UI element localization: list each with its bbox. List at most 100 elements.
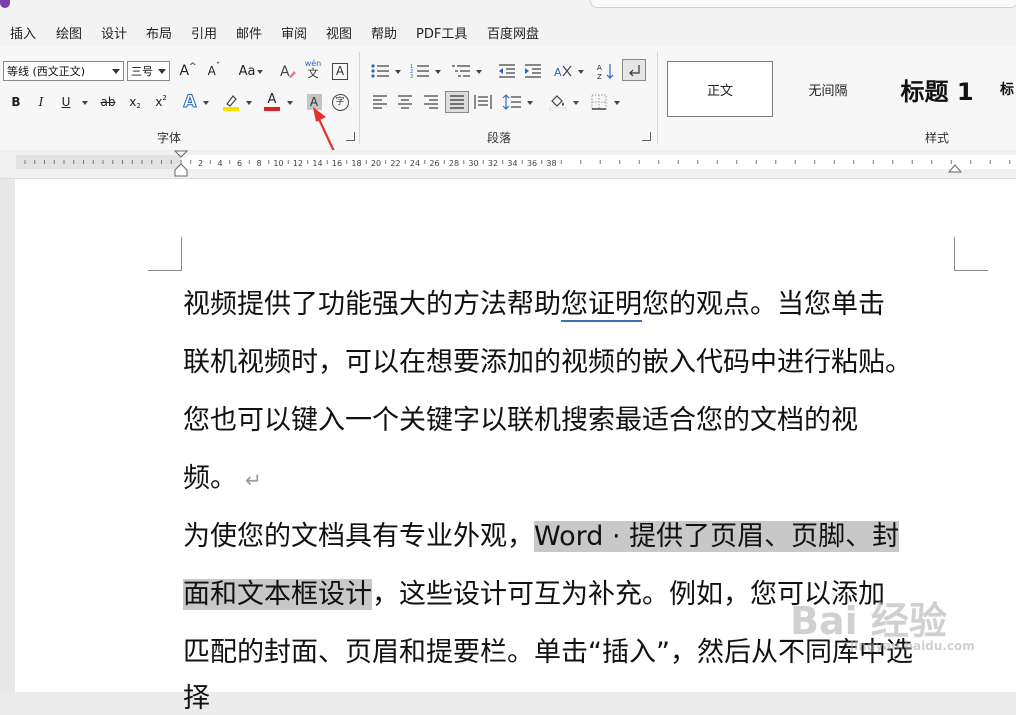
- paragraph-line[interactable]: 您也可以键入一个关键字以联机搜索最适合您的文档的视: [183, 398, 858, 437]
- phonetic-char: 文: [307, 66, 319, 80]
- paragraph-line[interactable]: 面和文本框设计，这些设计可互为补充。例如，您可以添加: [183, 572, 885, 611]
- style-normal[interactable]: 正文: [667, 61, 773, 117]
- subscript-x: x: [129, 95, 137, 109]
- paragraph-dialog-launcher-icon[interactable]: [642, 132, 651, 141]
- text-run: 联机视频时，可以在想要添加的视频的嵌入代码中进行粘贴。: [183, 347, 912, 378]
- paragraph-shading-button[interactable]: [546, 91, 570, 113]
- ruler-number: 2: [198, 159, 203, 168]
- bullet-list-icon: [371, 64, 389, 78]
- font-size-combo[interactable]: 三号: [127, 61, 170, 81]
- align-center-button[interactable]: [393, 91, 417, 113]
- paragraph-line[interactable]: 择: [183, 676, 210, 715]
- strikethrough-button[interactable]: ab: [96, 91, 120, 113]
- font-color-letter: A: [267, 92, 277, 107]
- horizontal-ruler[interactable]: 2 4 6 8 10 12 14 16 18 20 22 24 26 28 30 32 34 36 38: [0, 150, 1016, 179]
- decrease-indent-button[interactable]: [495, 60, 519, 82]
- style-heading-1-label: 标题 1: [900, 77, 974, 106]
- chevron-down-icon: [203, 101, 209, 105]
- borders-button[interactable]: [587, 91, 611, 113]
- decrease-indent-icon: [499, 64, 515, 78]
- paragraph-line[interactable]: 视频提供了功能强大的方法帮助您证明您的观点。当您单击: [183, 282, 885, 322]
- ruler-number: 6: [237, 159, 242, 168]
- menu-mailings[interactable]: 邮件: [236, 23, 262, 42]
- styles-group-label: 样式: [925, 131, 950, 145]
- bullets-button[interactable]: [368, 60, 392, 82]
- numbering-button[interactable]: 123: [408, 60, 432, 82]
- subscript-button[interactable]: x2: [123, 91, 147, 113]
- phonetic-guide-button[interactable]: wén 文: [301, 58, 325, 80]
- search-box-edge[interactable]: [590, 0, 1016, 8]
- menu-references[interactable]: 引用: [191, 23, 217, 42]
- menu-pdf-tools[interactable]: PDF工具: [416, 23, 467, 42]
- indent-marker-icon[interactable]: [173, 150, 189, 178]
- align-right-button[interactable]: [419, 91, 443, 113]
- ruler-number: 32: [488, 159, 498, 168]
- font-color-button[interactable]: A: [260, 91, 284, 113]
- right-indent-marker-icon[interactable]: [947, 160, 963, 174]
- style-no-spacing-label: 无间隔: [808, 83, 848, 99]
- ruler-number: 14: [312, 159, 322, 168]
- superscript-button[interactable]: x2: [149, 91, 173, 113]
- chevron-down-icon: [246, 101, 252, 105]
- show-marks-button[interactable]: [622, 59, 646, 81]
- text-run: 择: [183, 683, 210, 714]
- menu-baidu-netdisk[interactable]: 百度网盘: [487, 23, 539, 42]
- ruler-number: 16: [332, 159, 342, 168]
- paragraph-mark-icon: [629, 65, 640, 77]
- font-name-value: 等线 (西文正文): [7, 65, 86, 78]
- menu-insert[interactable]: 插入: [10, 23, 36, 42]
- sort-button[interactable]: AZ: [594, 60, 618, 82]
- align-left-button[interactable]: [368, 91, 392, 113]
- svg-text:Z: Z: [597, 73, 602, 80]
- bold-button[interactable]: B: [4, 91, 28, 113]
- ruler-number: 20: [371, 159, 381, 168]
- asian-layout-button[interactable]: A: [551, 60, 575, 82]
- svg-text:A: A: [280, 64, 290, 80]
- style-no-spacing[interactable]: 无间隔: [776, 61, 880, 117]
- highlight-color-button[interactable]: [219, 91, 243, 113]
- multilevel-list-button[interactable]: [449, 60, 473, 82]
- grammar-underlined-text: 您证明: [561, 289, 642, 322]
- increase-indent-button[interactable]: [521, 60, 545, 82]
- menu-bar: 插入 绘图 设计 布局 引用 邮件 审阅 视图 帮助 PDF工具 百度网盘: [0, 16, 1016, 46]
- text-effects-button[interactable]: A: [178, 91, 202, 113]
- line-spacing-button[interactable]: [500, 91, 524, 113]
- menu-draw[interactable]: 绘图: [56, 23, 82, 42]
- ruler-number: 36: [527, 159, 537, 168]
- ruler-ticks: 2 4 6 8 10 12 14 16 18 20 22 24 26 28 30 32 34 36 38: [24, 159, 1011, 168]
- chevron-down-icon: [527, 101, 533, 105]
- grow-font-button[interactable]: A ^: [176, 60, 200, 82]
- chevron-down-icon: [578, 70, 584, 74]
- style-next[interactable]: 标: [1000, 61, 1016, 117]
- svg-text:3: 3: [410, 74, 413, 79]
- character-border-button[interactable]: A: [328, 60, 352, 82]
- menu-design[interactable]: 设计: [101, 23, 127, 42]
- change-case-label: Aa: [238, 63, 256, 79]
- distributed-button[interactable]: [471, 91, 495, 113]
- chevron-down-icon: [257, 70, 263, 74]
- paragraph-line[interactable]: 频。 ↵: [183, 456, 262, 495]
- watermark-text: Bai 经验: [790, 599, 947, 643]
- underline-button[interactable]: U: [54, 91, 78, 113]
- clear-formatting-button[interactable]: A: [276, 60, 300, 82]
- font-color-swatch: [264, 107, 280, 111]
- superscript-x: x: [155, 95, 163, 109]
- paragraph-line[interactable]: 为使您的文档具有专业外观，Word · 提供了页眉、页脚、封: [183, 514, 900, 553]
- menu-help[interactable]: 帮助: [371, 23, 397, 42]
- style-heading-1[interactable]: 标题 1: [884, 61, 990, 117]
- text-run: 视频提供了功能强大的方法帮助: [183, 289, 561, 320]
- line-spacing-icon: [502, 94, 521, 110]
- menu-layout[interactable]: 布局: [146, 23, 172, 42]
- style-normal-label: 正文: [706, 83, 733, 99]
- menu-review[interactable]: 审阅: [281, 23, 307, 42]
- paragraph-line[interactable]: 联机视频时，可以在想要添加的视频的嵌入代码中进行粘贴。: [183, 340, 912, 379]
- font-name-combo[interactable]: 等线 (西文正文): [3, 61, 124, 81]
- caret-down-icon: ˇ: [215, 62, 221, 72]
- asian-layout-icon: A: [554, 65, 572, 79]
- character-border-label: A: [332, 62, 348, 80]
- shrink-font-button[interactable]: Aˇ: [202, 60, 226, 82]
- highlighter-icon: [223, 95, 239, 111]
- menu-view[interactable]: 视图: [326, 23, 352, 42]
- justify-button[interactable]: [445, 91, 469, 113]
- italic-button[interactable]: I: [29, 91, 53, 113]
